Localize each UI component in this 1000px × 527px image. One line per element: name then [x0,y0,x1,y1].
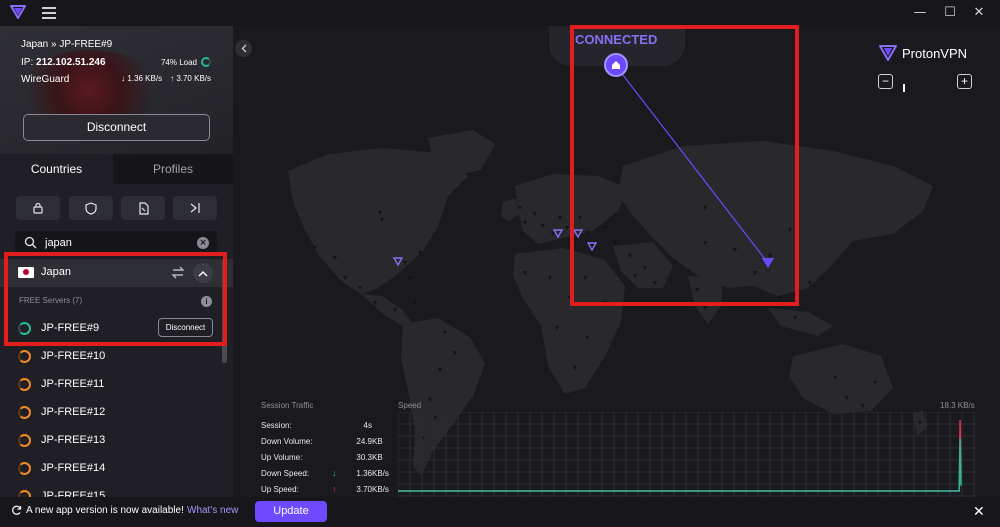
update-banner: A new app version is now available! What… [0,497,1000,527]
download-arrow-icon: ↓ [332,468,337,478]
download-speed: ↓ 1.36 KB/s [121,74,163,83]
traffic-unit: KB/s [372,485,389,494]
protocol: WireGuard [21,74,70,85]
traffic-unit: KB [372,453,383,462]
forward-arrow-icon [190,203,200,213]
connection-card: Japan » JP-FREE#9 IP: 212.102.51.246 74%… [0,26,233,154]
lock-icon [33,202,43,214]
disconnect-button[interactable]: Disconnect [23,114,210,141]
traffic-value: 24.9 [356,437,372,446]
server-load-ring-icon [18,406,31,419]
traffic-value: 4s [363,421,372,430]
server-name: JP-FREE#10 [41,350,106,362]
traffic-label: Up Speed: [261,485,299,494]
chevron-left-icon [241,44,246,53]
max-speed-label: 18.3 KB/s [940,401,975,410]
server-load-ring-icon [18,490,31,497]
minimize-button[interactable]: — [912,5,928,21]
protonvpn-logo-icon [10,5,26,19]
search-icon [24,236,37,249]
server-name: JP-FREE#13 [41,434,106,446]
netshield-filter-button[interactable] [69,196,113,220]
maximize-button[interactable]: ☐ [942,5,958,21]
server-load-ring-icon [18,378,31,391]
collapse-sidebar-button[interactable] [235,40,252,57]
traffic-row: Down Volume: 24.9 KB [258,437,398,451]
traffic-value: 1.36 [356,469,372,478]
server-row[interactable]: JP-FREE#10 [0,343,222,371]
traffic-value: 3.70 [356,485,372,494]
highlight-box-connection [570,25,799,306]
title-bar: — ☐ ✕ [0,0,1000,26]
server-load-ring-icon [18,350,31,363]
server-load: 74% Load [161,57,211,67]
protonvpn-logo-icon [879,45,897,61]
ip-address: IP: 212.102.51.246 [21,57,106,68]
upload-speed: ↑ 3.70 KB/s [170,74,211,83]
zoom-in-button[interactable]: + [957,74,972,89]
tab-bar: Countries Profiles [0,154,233,184]
traffic-unit: KB [372,437,383,446]
traffic-label: Down Volume: [261,437,313,446]
whats-new-link[interactable]: What's new [187,505,238,516]
zoom-out-button[interactable]: − [878,74,893,89]
server-name: JP-FREE#14 [41,462,106,474]
connected-server: Japan » JP-FREE#9 [21,39,113,50]
server-load-ring-icon [18,462,31,475]
clear-search-icon[interactable]: × [197,237,209,249]
shield-icon [85,201,97,215]
secure-core-filter-button[interactable] [16,196,60,220]
server-row[interactable]: JP-FREE#15 [0,483,222,497]
tor-filter-button[interactable] [173,196,217,220]
server-row[interactable]: JP-FREE#12 [0,399,222,427]
traffic-row: Up Volume: 30.3 KB [258,453,398,467]
server-name: JP-FREE#15 [41,490,106,497]
session-traffic-panel: Session Traffic Speed 18.3 KB/s Session:… [258,401,975,497]
filter-bar [0,196,233,220]
search-input[interactable] [45,234,195,252]
server-row[interactable]: JP-FREE#14 [0,455,222,483]
highlight-box-server [4,252,227,346]
update-button[interactable]: Update [255,501,327,522]
speed-label: Speed [398,401,422,410]
server-name: JP-FREE#12 [41,406,106,418]
tab-profiles[interactable]: Profiles [113,154,233,184]
sim-card-icon [139,201,149,215]
traffic-value: 30.3 [356,453,372,462]
server-row[interactable]: JP-FREE#13 [0,427,222,455]
traffic-label: Up Volume: [261,453,303,462]
ip-label: IP: [21,57,34,68]
server-row[interactable]: JP-FREE#11 [0,371,222,399]
load-ring-icon [201,57,211,67]
traffic-label: Session: [261,421,292,430]
p2p-filter-button[interactable] [121,196,165,220]
zoom-slider-thumb[interactable] [902,84,905,92]
traffic-row: Down Speed: ↓ 1.36 KB/s [258,468,398,483]
zoom-slider[interactable] [900,81,952,92]
close-banner-button[interactable]: ✕ [973,503,985,520]
speed-readout: ↓ 1.36 KB/s ↑ 3.70 KB/s [121,74,211,83]
traffic-label: Down Speed: [261,469,310,478]
tab-countries[interactable]: Countries [0,154,113,184]
zoom-control: − + [878,74,972,92]
upload-arrow-icon: ↑ [332,484,337,494]
update-message: A new app version is now available! [26,505,184,516]
load-label: 74% Load [160,57,197,67]
speed-chart [398,412,975,497]
refresh-icon [12,505,22,515]
traffic-row: Session: 4s [258,421,398,435]
ip-value: 212.102.51.246 [36,57,106,68]
brand-name: ProtonVPN [902,45,968,61]
traffic-unit: KB/s [372,469,389,478]
menu-icon[interactable] [42,7,56,19]
session-traffic-title: Session Traffic [261,401,314,410]
close-window-button[interactable]: ✕ [971,5,987,21]
server-load-ring-icon [18,434,31,447]
protonvpn-brand: ProtonVPN [879,45,967,61]
server-name: JP-FREE#11 [41,378,105,390]
